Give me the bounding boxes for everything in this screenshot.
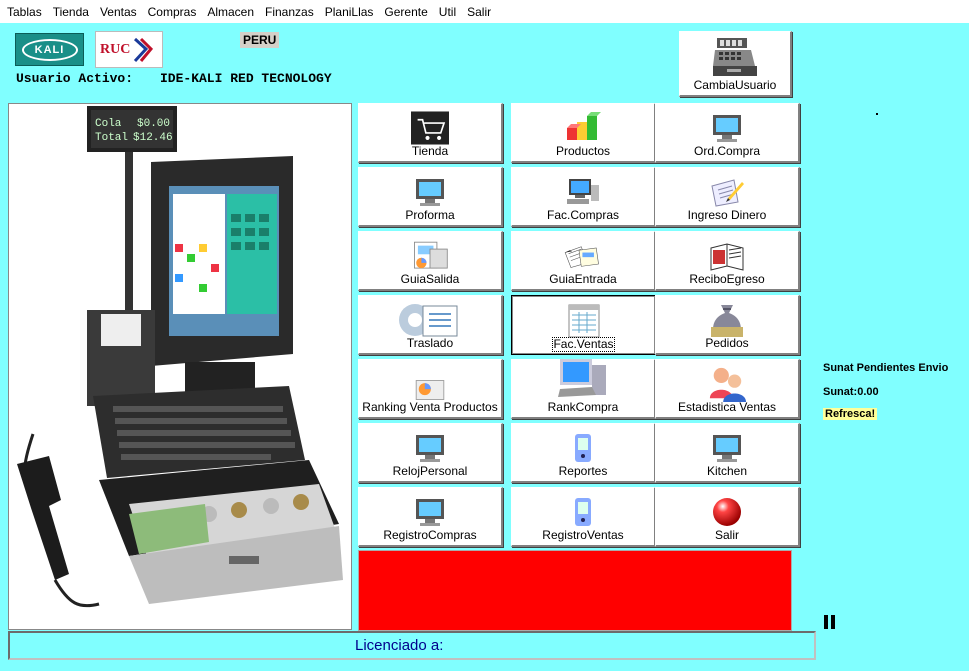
proforma-label: Proforma	[405, 208, 455, 222]
purchase-register-label: RegistroCompras	[383, 528, 477, 542]
handheld-icon	[564, 431, 602, 465]
expense-receipt-button[interactable]: ReciboEgreso	[655, 231, 800, 291]
orders-label: Pedidos	[705, 336, 749, 350]
documents-icon	[564, 239, 602, 273]
alert-panel	[358, 550, 792, 631]
exit-guide-label: GuiaSalida	[400, 272, 460, 286]
menu-planillas[interactable]: PlaniLlas	[320, 5, 380, 19]
purchase-invoice-label: Fac.Compras	[546, 208, 620, 222]
handheld-icon	[564, 495, 602, 529]
sunat-pending-label: Sunat Pendientes Envio	[823, 362, 949, 374]
menu-tablas[interactable]: Tablas	[2, 5, 48, 19]
exit-label: Salir	[714, 528, 739, 542]
purchase-ranking-label: RankCompra	[547, 400, 619, 414]
money-income-button[interactable]: Ingreso Dinero	[655, 167, 800, 227]
indicator-dot	[876, 113, 878, 115]
users-icon	[708, 367, 746, 403]
entry-guide-label: GuiaEntrada	[549, 272, 617, 286]
purchase-invoice-button[interactable]: Fac.Compras	[511, 167, 656, 227]
report-icon	[411, 239, 449, 273]
products-button[interactable]: Productos	[511, 103, 656, 163]
red-ball-icon	[708, 495, 746, 529]
change-user-button[interactable]: CambiaUsuario	[679, 31, 792, 97]
cubes-icon	[564, 111, 602, 145]
menu-ventas[interactable]: Ventas	[95, 5, 143, 19]
ruc-logo: RUC	[95, 31, 163, 68]
sales-register-label: RegistroVentas	[542, 528, 624, 542]
book-icon	[708, 239, 746, 273]
active-user-value: IDE-KALI RED TECNOLOGY	[160, 71, 332, 86]
purchase-order-label: Ord.Compra	[693, 144, 761, 158]
sales-register-button[interactable]: RegistroVentas	[511, 487, 656, 547]
invoice-icon	[565, 304, 603, 338]
store-label: Tienda	[411, 144, 449, 158]
shopping-cart-icon	[411, 111, 449, 145]
menu-tienda[interactable]: Tienda	[48, 5, 95, 19]
sales-statistics-label: Estadistica Ventas	[677, 400, 777, 414]
computer-icon	[555, 357, 611, 401]
kitchen-button[interactable]: Kitchen	[655, 423, 800, 483]
menu-almacen[interactable]: Almacen	[202, 5, 260, 19]
monitor-icon	[411, 431, 449, 465]
licensed-label: Licenciado a:	[355, 637, 444, 654]
status-bar: Licenciado a:	[8, 631, 816, 660]
pen-document-icon	[708, 175, 746, 209]
exit-guide-button[interactable]: GuiaSalida	[358, 231, 503, 291]
sunat-refresh-link[interactable]: Refresca!	[823, 408, 878, 420]
purchase-ranking-button[interactable]: RankCompra	[511, 359, 656, 419]
country-label: PERU	[240, 32, 280, 48]
change-user-label: CambiaUsuario	[693, 78, 777, 92]
reports-button[interactable]: Reportes	[511, 423, 656, 483]
reports-label: Reportes	[558, 464, 608, 478]
cash-register-icon	[710, 35, 760, 79]
ruc-logo-text: RUC	[100, 41, 131, 57]
products-label: Productos	[555, 144, 611, 158]
kali-logo: KALI	[15, 33, 84, 66]
pause-icon[interactable]	[824, 615, 835, 629]
kali-logo-text: KALI	[21, 38, 78, 61]
sales-ranking-button[interactable]: Ranking Venta Productos	[358, 359, 503, 419]
money-bag-icon	[708, 303, 746, 337]
expense-receipt-label: ReciboEgreso	[689, 272, 765, 286]
computer-icon	[564, 175, 602, 209]
staff-clock-button[interactable]: RelojPersonal	[358, 423, 503, 483]
purchase-register-button[interactable]: RegistroCompras	[358, 487, 503, 547]
sales-ranking-label: Ranking Venta Productos	[362, 400, 498, 414]
menu-finanzas[interactable]: Finanzas	[260, 5, 320, 19]
proforma-button[interactable]: Proforma	[358, 167, 503, 227]
monitor-icon	[411, 175, 449, 209]
exit-button[interactable]: Salir	[655, 487, 800, 547]
chart-icon	[411, 379, 449, 401]
pole-display-value1: $0.00	[137, 118, 170, 130]
sales-invoice-label: Fac.Ventas	[552, 337, 615, 352]
pole-display-value2: $12.46	[133, 132, 173, 144]
monitor-icon	[708, 111, 746, 145]
sales-invoice-button[interactable]: Fac.Ventas	[511, 295, 656, 355]
gear-list-icon	[395, 303, 465, 337]
pole-display-line1: Cola	[95, 118, 122, 130]
kitchen-label: Kitchen	[706, 464, 748, 478]
monitor-icon	[708, 431, 746, 465]
sales-statistics-button[interactable]: Estadistica Ventas	[655, 359, 800, 419]
menu-util[interactable]: Util	[434, 5, 462, 19]
orders-button[interactable]: Pedidos	[655, 295, 800, 355]
entry-guide-button[interactable]: GuiaEntrada	[511, 231, 656, 291]
active-user-label: Usuario Activo:	[16, 71, 134, 86]
monitor-icon	[411, 495, 449, 529]
store-button[interactable]: Tienda	[358, 103, 503, 163]
pos-terminal-photo: Cola Total $0.00 $12.46	[8, 103, 352, 630]
ruc-emblem-icon	[134, 37, 154, 62]
menu-bar: Tablas Tienda Ventas Compras Almacen Fin…	[0, 0, 969, 23]
transfer-label: Traslado	[406, 336, 454, 350]
purchase-order-button[interactable]: Ord.Compra	[655, 103, 800, 163]
menu-gerente[interactable]: Gerente	[379, 5, 433, 19]
staff-clock-label: RelojPersonal	[392, 464, 468, 478]
money-income-label: Ingreso Dinero	[687, 208, 767, 222]
sunat-value: Sunat:0.00	[823, 386, 879, 398]
transfer-button[interactable]: Traslado	[358, 295, 503, 355]
menu-compras[interactable]: Compras	[143, 5, 203, 19]
menu-salir[interactable]: Salir	[462, 5, 497, 19]
pole-display-line2: Total	[95, 132, 128, 144]
